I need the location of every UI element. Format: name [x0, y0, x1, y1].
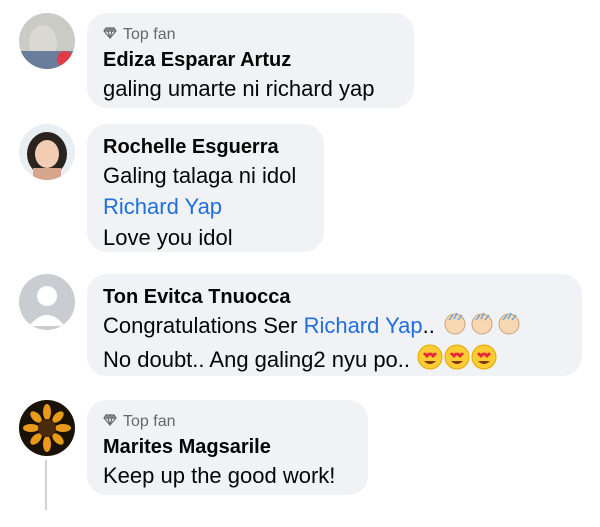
comment-text-line: No doubt.. Ang galing2 nyu po.. — [103, 344, 566, 378]
top-fan-label: Top fan — [123, 413, 176, 430]
heart-eyes-icon — [471, 344, 497, 378]
avatar[interactable] — [19, 274, 75, 330]
top-fan-badge: Top fan — [103, 412, 352, 432]
comment-text: Congratulations Ser — [103, 313, 304, 338]
comment-bubble: Ton Evitca Tnuocca Congratulations Ser R… — [87, 274, 582, 376]
reply-thread-line — [45, 460, 47, 510]
avatar[interactable] — [19, 400, 75, 456]
comment-text-line: Galing talaga ni idol — [103, 163, 297, 188]
commenter-name[interactable]: Ton Evitca Tnuocca — [103, 284, 566, 310]
diamond-icon — [103, 26, 117, 44]
heart-eyes-icon — [417, 344, 443, 378]
clapping-hands-icon — [496, 310, 522, 344]
comment-text-line: Congratulations Ser Richard Yap.. — [103, 310, 566, 344]
commenter-name[interactable]: Rochelle Esguerra — [103, 134, 308, 160]
avatar[interactable] — [19, 13, 75, 69]
comment-bubble: Top fan Marites Magsarile Keep up the go… — [87, 400, 368, 495]
top-fan-badge: Top fan — [103, 25, 398, 45]
heart-eyes-icon — [444, 344, 470, 378]
clapping-hands-icon — [442, 310, 468, 344]
comment-text: Keep up the good work! — [103, 463, 336, 488]
top-fan-label: Top fan — [123, 26, 176, 43]
comment-text: No doubt.. Ang galing2 nyu po.. — [103, 347, 411, 373]
avatar[interactable] — [19, 124, 75, 180]
comment-bubble: Top fan Ediza Esparar Artuz galing umart… — [87, 13, 414, 108]
comment-text: .. — [422, 313, 435, 338]
comment-text-line: Love you idol — [103, 225, 233, 250]
commenter-name[interactable]: Marites Magsarile — [103, 434, 352, 460]
mention-link[interactable]: Richard Yap — [304, 313, 423, 338]
clapping-hands-icon — [469, 310, 495, 344]
diamond-icon — [103, 413, 117, 431]
comment-bubble: Rochelle Esguerra Galing talaga ni idol … — [87, 124, 324, 252]
comment-text: galing umarte ni richard yap — [103, 76, 375, 101]
commenter-name[interactable]: Ediza Esparar Artuz — [103, 47, 398, 73]
mention-link[interactable]: Richard Yap — [103, 191, 308, 222]
